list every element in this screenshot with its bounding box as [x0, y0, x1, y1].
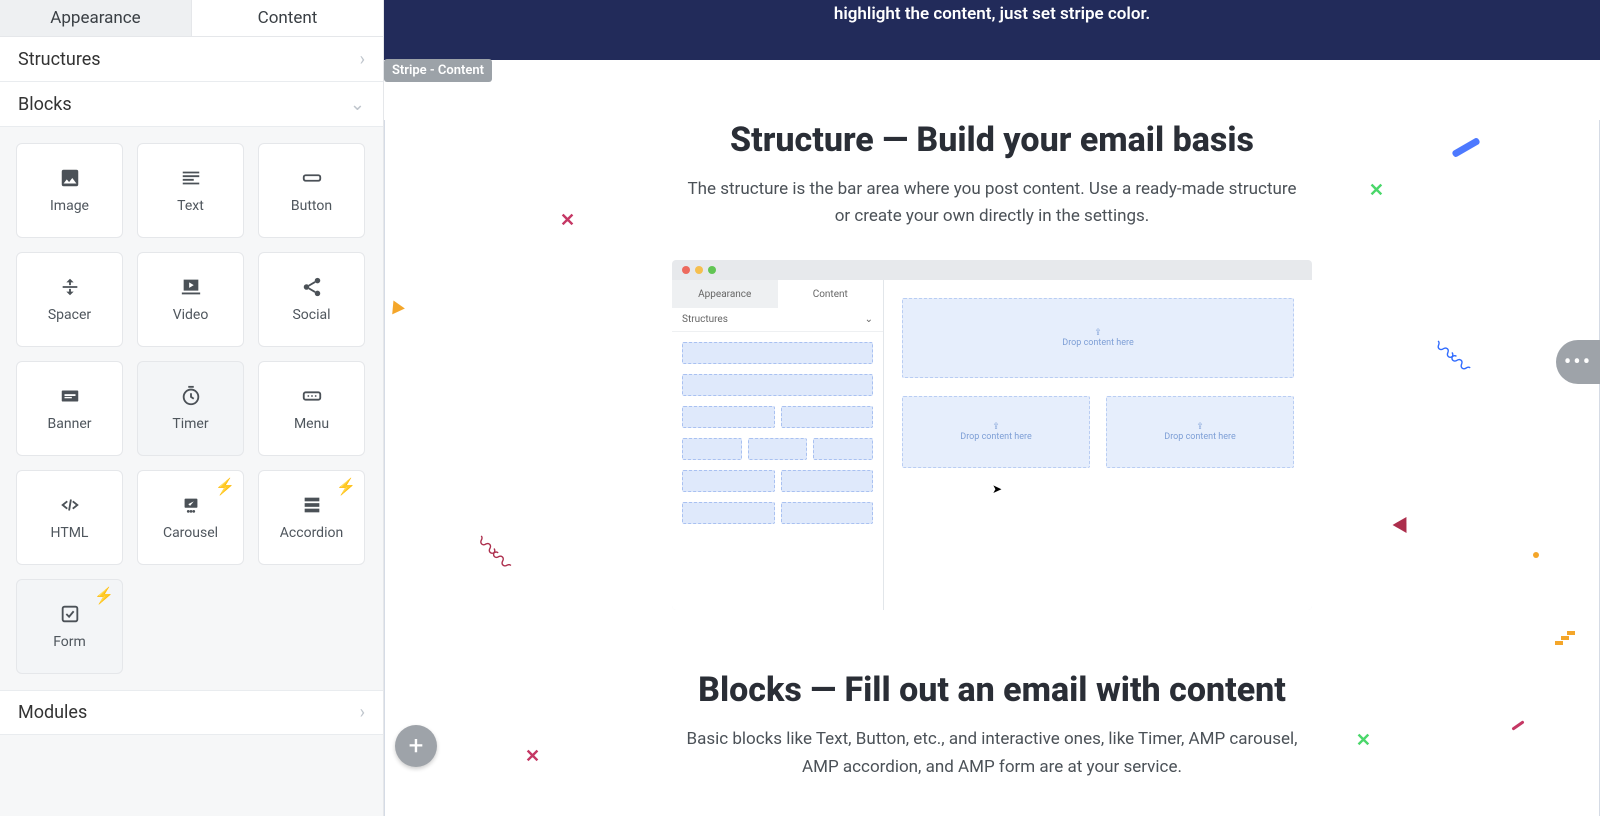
block-accordion[interactable]: ⚡ Accordion: [258, 470, 365, 565]
blocks-grid: Image Text Button Spacer: [0, 127, 383, 690]
top-banner: highlight the content, just set stripe c…: [384, 0, 1600, 60]
panel-blocks[interactable]: Blocks ⌄: [0, 82, 383, 127]
panel-blocks-label: Blocks: [18, 94, 72, 115]
block-label: Menu: [294, 416, 329, 432]
triangle-decoration: [1393, 517, 1414, 537]
text-icon: [178, 168, 204, 188]
block-spacer[interactable]: Spacer: [16, 252, 123, 347]
form-icon: [57, 604, 83, 624]
mockup-tab-appearance: Appearance: [672, 280, 778, 308]
chevron-down-icon: ⌄: [865, 314, 873, 325]
code-icon: [57, 495, 83, 515]
block-social[interactable]: Social: [258, 252, 365, 347]
sidebar-panel: Appearance Content Structures › Blocks ⌄…: [0, 0, 384, 816]
block-form[interactable]: ⚡ Form: [16, 579, 123, 674]
section-blocks-subtitle: Basic blocks like Text, Button, etc., an…: [682, 726, 1302, 780]
squiggle-decoration: 〰〰: [468, 524, 518, 574]
more-options-button[interactable]: •••: [1556, 340, 1600, 384]
menu-icon: [299, 386, 325, 406]
panel-structures[interactable]: Structures ›: [0, 37, 383, 82]
block-label: Text: [177, 198, 204, 214]
chevron-down-icon: ⌄: [350, 94, 365, 115]
accordion-icon: [299, 495, 325, 515]
panel-modules[interactable]: Modules ›: [0, 690, 383, 735]
cursor-icon: ➤: [992, 482, 1002, 496]
block-image[interactable]: Image: [16, 143, 123, 238]
video-icon: [178, 277, 204, 297]
block-timer[interactable]: Timer: [137, 361, 244, 456]
section-blocks-title: Blocks — Fill out an email with content: [385, 670, 1599, 710]
mockup-section-label: Structures: [682, 314, 728, 325]
mockup-drop-zone: ⇪Drop content here: [902, 396, 1090, 468]
block-label: HTML: [51, 525, 89, 541]
block-text[interactable]: Text: [137, 143, 244, 238]
mockup-drop-zone: ⇪Drop content here: [902, 298, 1294, 378]
canvas-content[interactable]: + ✕ ✕ 〰〰 〰〰 ✕ ✕ Structure — Build your e…: [384, 120, 1600, 816]
triangle-decoration: [387, 298, 405, 315]
amp-icon: ⚡: [336, 477, 356, 496]
amp-icon: ⚡: [94, 586, 114, 605]
cross-decoration: ✕: [560, 210, 575, 231]
button-icon: [299, 168, 325, 188]
section-structure-title: Structure — Build your email basis: [385, 120, 1599, 160]
cross-decoration: ✕: [1369, 180, 1384, 201]
add-stripe-button[interactable]: +: [395, 725, 437, 767]
block-label: Form: [53, 634, 86, 650]
sidebar-tabs: Appearance Content: [0, 0, 383, 37]
image-icon: [57, 168, 83, 188]
section-structure-subtitle: The structure is the bar area where you …: [682, 176, 1302, 230]
banner-text: highlight the content, just set stripe c…: [834, 4, 1150, 24]
block-label: Social: [292, 307, 330, 323]
block-video[interactable]: Video: [137, 252, 244, 347]
block-button[interactable]: Button: [258, 143, 365, 238]
block-label: Accordion: [280, 525, 343, 541]
mockup-drop-zone: ⇪Drop content here: [1106, 396, 1294, 468]
stripe-tag: Stripe - Content: [384, 59, 492, 82]
tab-appearance[interactable]: Appearance: [0, 0, 192, 37]
tab-content[interactable]: Content: [192, 0, 383, 37]
dot-decoration: [1533, 552, 1539, 558]
block-html[interactable]: HTML: [16, 470, 123, 565]
block-label: Spacer: [48, 307, 91, 323]
panel-structures-label: Structures: [18, 49, 101, 70]
block-label: Timer: [172, 416, 208, 432]
block-label: Button: [291, 198, 332, 214]
mockup-titlebar: [672, 260, 1312, 280]
stairs-decoration: [1555, 630, 1575, 645]
chevron-right-icon: ›: [360, 49, 365, 70]
block-banner[interactable]: Banner: [16, 361, 123, 456]
timer-icon: [178, 386, 204, 406]
mockup-tab-content: Content: [778, 280, 884, 308]
block-label: Video: [173, 307, 209, 323]
mockup-window: Appearance Content Structures ⌄: [672, 260, 1312, 610]
block-label: Banner: [48, 416, 92, 432]
spacer-icon: [57, 277, 83, 297]
banner-icon: [57, 386, 83, 406]
chevron-right-icon: ›: [360, 702, 365, 723]
carousel-icon: [178, 495, 204, 515]
block-label: Image: [50, 198, 89, 214]
block-menu[interactable]: Menu: [258, 361, 365, 456]
panel-modules-label: Modules: [18, 702, 87, 723]
share-icon: [299, 277, 325, 297]
canvas-area: highlight the content, just set stripe c…: [384, 0, 1600, 816]
block-carousel[interactable]: ⚡ Carousel: [137, 470, 244, 565]
amp-icon: ⚡: [215, 477, 235, 496]
squiggle-decoration: 〰〰: [1426, 329, 1476, 379]
block-label: Carousel: [163, 525, 218, 541]
